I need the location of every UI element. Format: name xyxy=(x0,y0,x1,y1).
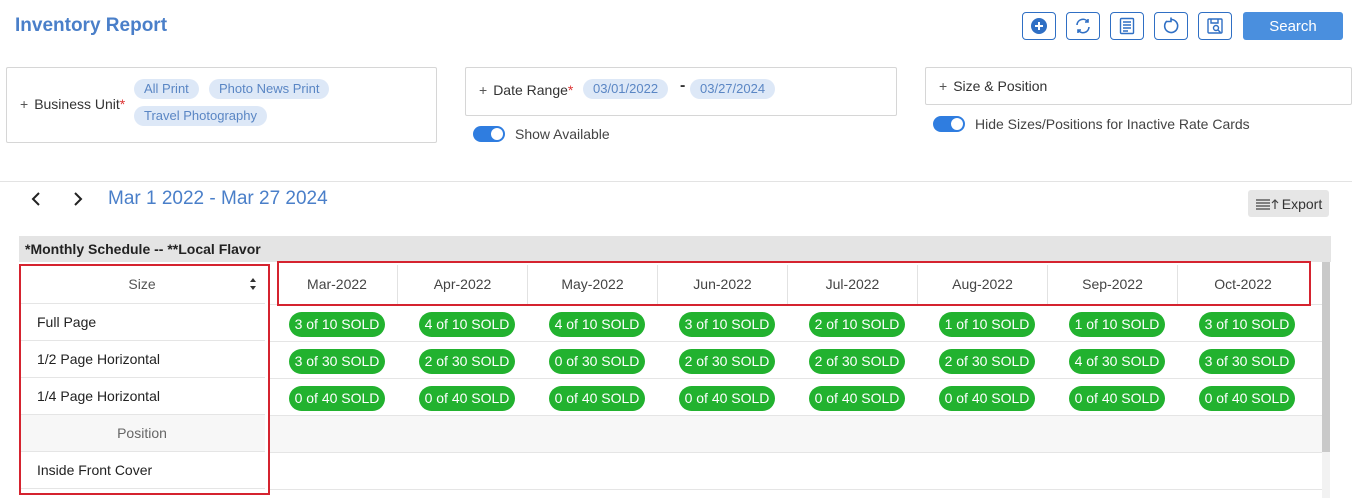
month-header: Oct-2022 xyxy=(1214,276,1272,292)
sold-badge[interactable]: 0 of 40 SOLD xyxy=(1069,386,1165,411)
list-view-button[interactable] xyxy=(1110,12,1144,40)
chip-photo-news-print[interactable]: Photo News Print xyxy=(209,79,330,99)
size-header[interactable]: Size xyxy=(19,265,265,304)
plus-icon: + xyxy=(20,96,29,112)
sort-icon[interactable] xyxy=(249,277,257,291)
date-end-chip[interactable]: 03/27/2024 xyxy=(690,79,776,99)
position-header: Position xyxy=(19,415,265,452)
sold-badge[interactable]: 4 of 10 SOLD xyxy=(419,312,515,337)
show-available-label: Show Available xyxy=(515,126,610,142)
sold-badge[interactable]: 3 of 10 SOLD xyxy=(679,312,775,337)
sold-badge[interactable]: 3 of 30 SOLD xyxy=(289,349,385,374)
reset-button[interactable] xyxy=(1154,12,1188,40)
search-button[interactable]: Search xyxy=(1243,12,1343,40)
row-divider xyxy=(269,341,1322,342)
export-icon xyxy=(1255,198,1279,210)
save-view-button[interactable] xyxy=(1198,12,1232,40)
page-title: Inventory Report xyxy=(15,15,168,36)
date-range-label[interactable]: + Date Range* xyxy=(479,82,573,98)
row-divider xyxy=(269,304,1322,305)
position-row-inside-front-cover: Inside Front Cover xyxy=(19,452,265,489)
sold-badge[interactable]: 4 of 10 SOLD xyxy=(549,312,645,337)
hide-inactive-toggle[interactable] xyxy=(933,116,965,132)
size-row-full-page: Full Page xyxy=(19,304,265,341)
hide-inactive-label: Hide Sizes/Positions for Inactive Rate C… xyxy=(975,116,1250,132)
add-button[interactable] xyxy=(1022,12,1056,40)
date-start-chip[interactable]: 03/01/2022 xyxy=(583,79,669,99)
sold-badge[interactable]: 0 of 40 SOLD xyxy=(1199,386,1295,411)
row-divider xyxy=(269,489,1322,490)
month-header: Sep-2022 xyxy=(1048,265,1178,304)
vertical-scrollbar[interactable] xyxy=(1322,262,1330,452)
reset-icon xyxy=(1163,17,1179,34)
chip-all-print[interactable]: All Print xyxy=(134,79,199,99)
chip-travel-photography[interactable]: Travel Photography xyxy=(134,106,267,126)
sold-badge[interactable]: 1 of 10 SOLD xyxy=(939,312,1035,337)
sold-badge[interactable]: 4 of 30 SOLD xyxy=(1069,349,1165,374)
show-available-toggle[interactable] xyxy=(473,126,505,142)
month-header: Jul-2022 xyxy=(788,265,918,304)
plus-icon: + xyxy=(939,78,948,94)
sold-badge[interactable]: 3 of 10 SOLD xyxy=(289,312,385,337)
month-header: Aug-2022 xyxy=(918,265,1048,304)
month-header: Apr-2022 xyxy=(398,265,528,304)
plus-icon: + xyxy=(479,82,488,98)
row-divider xyxy=(269,452,1322,453)
month-header: May-2022 xyxy=(528,265,658,304)
export-button[interactable]: Export xyxy=(1248,190,1329,217)
sold-badge[interactable]: 0 of 40 SOLD xyxy=(289,386,385,411)
size-position-label[interactable]: + Size & Position xyxy=(939,78,1047,94)
show-available-row: Show Available xyxy=(473,126,610,142)
range-title: Mar 1 2022 - Mar 27 2024 xyxy=(108,188,328,209)
month-header: Jun-2022 xyxy=(658,265,788,304)
refresh-button[interactable] xyxy=(1066,12,1100,40)
next-arrow-icon[interactable] xyxy=(68,188,88,210)
sold-badge[interactable]: 0 of 40 SOLD xyxy=(679,386,775,411)
month-header: Mar-2022 xyxy=(277,265,398,304)
sold-badge[interactable]: 3 of 10 SOLD xyxy=(1199,312,1295,337)
sold-badge[interactable]: 2 of 30 SOLD xyxy=(679,349,775,374)
sold-badge[interactable]: 3 of 30 SOLD xyxy=(1199,349,1295,374)
date-separator: - xyxy=(680,77,686,94)
prev-arrow-icon[interactable] xyxy=(26,188,46,210)
schedule-title: *Monthly Schedule -- **Local Flavor xyxy=(19,236,1331,262)
position-band xyxy=(269,416,1322,453)
sold-badge[interactable]: 0 of 30 SOLD xyxy=(549,349,645,374)
sold-badge[interactable]: 2 of 30 SOLD xyxy=(419,349,515,374)
business-unit-label[interactable]: + Business Unit* xyxy=(20,96,125,112)
sold-badge[interactable]: 0 of 40 SOLD xyxy=(419,386,515,411)
sold-badge[interactable]: 0 of 40 SOLD xyxy=(809,386,905,411)
sold-badge[interactable]: 2 of 10 SOLD xyxy=(809,312,905,337)
size-row-quarter-page: 1/4 Page Horizontal xyxy=(19,378,265,415)
section-divider xyxy=(0,181,1352,182)
add-icon xyxy=(1031,18,1047,34)
row-divider xyxy=(269,415,1322,416)
row-divider xyxy=(269,378,1322,379)
size-row-half-page: 1/2 Page Horizontal xyxy=(19,341,265,378)
sold-badge[interactable]: 0 of 40 SOLD xyxy=(939,386,1035,411)
sold-badge[interactable]: 1 of 10 SOLD xyxy=(1069,312,1165,337)
sold-badge[interactable]: 2 of 30 SOLD xyxy=(809,349,905,374)
toolbar xyxy=(1022,12,1232,40)
save-view-icon xyxy=(1207,18,1223,34)
scrollbar-track[interactable] xyxy=(1322,452,1330,498)
list-icon xyxy=(1119,17,1135,35)
refresh-icon xyxy=(1076,18,1090,34)
sold-badge[interactable]: 0 of 40 SOLD xyxy=(549,386,645,411)
sold-badge[interactable]: 2 of 30 SOLD xyxy=(939,349,1035,374)
hide-inactive-row: Hide Sizes/Positions for Inactive Rate C… xyxy=(933,116,1250,132)
